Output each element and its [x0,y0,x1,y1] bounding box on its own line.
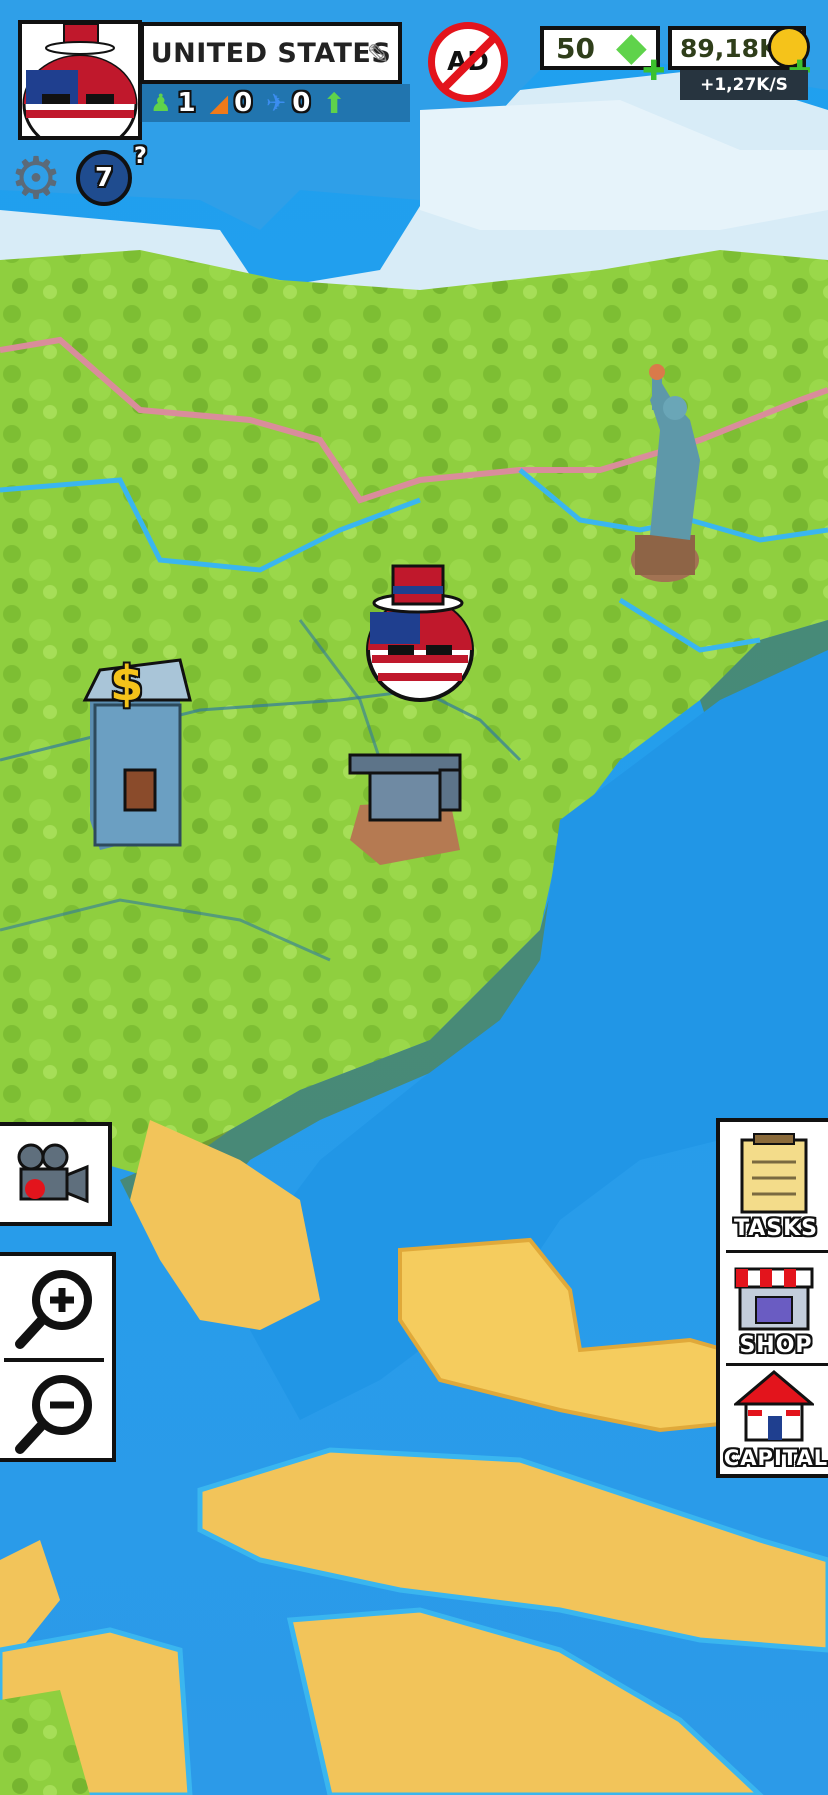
zoom-out-button[interactable] [0,1362,112,1462]
shop-store-icon [734,1267,814,1331]
shop-button[interactable]: SHOP [720,1253,828,1363]
plane-icon: ✈ [266,89,287,117]
globe-level-icon[interactable]: 7 [76,150,132,206]
oil-pump-building [348,753,462,865]
infantry-icon: ♟ [150,89,172,117]
tasks-button[interactable]: TASKS [720,1122,828,1250]
zoom-out-icon [15,1375,92,1454]
country-name: UNITED STATES [150,37,392,69]
gem-count: 50 [556,31,595,65]
tank-count: 0 [234,88,253,118]
player-avatar-frame[interactable] [18,20,142,140]
settings-gear-icon[interactable]: ⚙ [6,144,66,212]
shop-label: SHOP [739,1333,813,1358]
coin-count: 89,18K [680,33,779,63]
add-gems-icon[interactable]: ✚ [642,54,665,87]
zoom-in-button[interactable] [0,1256,112,1358]
plane-count: 0 [292,88,311,118]
right-menu-panel: TASKS SHOP CAPITAL [716,1118,828,1478]
tank-icon: ◢ [209,89,229,117]
level-help[interactable]: ? [134,144,147,169]
income-rate: +1,27K/S [700,75,788,95]
video-camera-icon [17,1143,89,1204]
video-replay-button[interactable] [0,1122,112,1226]
zoom-controls [0,1252,116,1462]
capital-button[interactable]: CAPITAL [720,1366,828,1476]
world-map[interactable] [0,0,828,1795]
country-name-plate[interactable]: UNITED STATES ✎ [140,22,402,84]
capital-label: CAPITAL [723,1446,828,1470]
level-number: 7 [94,163,114,193]
bank-dollar-sign-icon[interactable]: $ [110,656,143,712]
tasks-label: TASKS [733,1216,819,1241]
upgrade-arrow-icon[interactable]: ⬆ [322,87,345,120]
tasks-clipboard-icon [740,1133,808,1214]
usa-flag-avatar-icon [22,24,138,136]
income-rate-badge: +1,27K/S [680,70,808,100]
edit-pencil-icon[interactable]: ✎ [367,38,390,71]
zoom-in-icon [15,1270,92,1349]
no-ads-button[interactable]: AD [428,22,508,102]
capital-house-icon [734,1370,814,1442]
unit-counts-bar: ♟ 1 ◢ 0 ✈ 0 ⬆ [140,84,410,122]
infantry-count: 1 [177,88,196,118]
